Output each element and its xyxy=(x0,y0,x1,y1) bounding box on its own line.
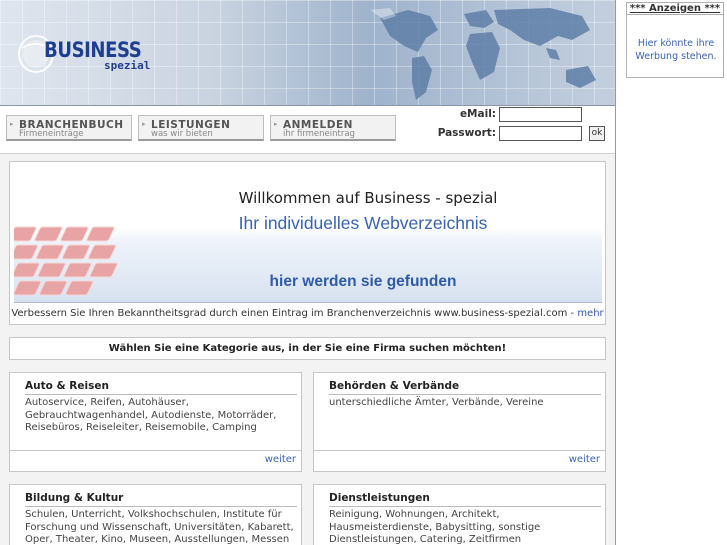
nav-arrow-icon: ▸ xyxy=(142,120,146,128)
category-card-bildung-kultur: Bildung & Kultur Schulen, Unterricht, Vo… xyxy=(9,484,302,545)
category-title-underline xyxy=(329,506,601,507)
world-map-image xyxy=(370,8,596,100)
banner-text: Verbessern Sie Ihren Bekanntheitsgrad du… xyxy=(11,308,578,319)
nav-leistungen-button[interactable]: ▸ LEISTUNGEN was wir bieten xyxy=(138,115,264,141)
category-card-dienstleistungen: Dienstleistungen Reinigung, Wohnungen, A… xyxy=(313,484,606,545)
category-title-underline xyxy=(329,394,601,395)
category-title[interactable]: Auto & Reisen xyxy=(25,380,109,392)
login-ok-button[interactable]: ok xyxy=(589,126,605,141)
banner-more-link[interactable]: mehr xyxy=(577,308,603,319)
ad-body[interactable]: Hier könnte ihre Werbung stehen. xyxy=(631,37,721,63)
banner-slogan: hier werden sie gefunden xyxy=(269,273,457,290)
banner-image: Willkommen auf Business - spezial Ihr in… xyxy=(14,167,602,302)
password-input[interactable] xyxy=(499,126,582,141)
category-description: Schulen, Unterricht, Volkshochschulen, I… xyxy=(25,509,294,545)
banner-subheadline: Ihr individuelles Webverzeichnis xyxy=(238,213,488,233)
category-description: Reinigung, Wohnungen, Architekt, Hausmei… xyxy=(329,509,541,545)
welcome-banner: Willkommen auf Business - spezial Ihr in… xyxy=(9,161,606,325)
category-prompt: Wählen Sie eine Kategorie aus, in der Si… xyxy=(9,337,606,360)
category-more-link[interactable]: weiter xyxy=(569,454,600,465)
nav-anmelden-button[interactable]: ▸ ANMELDEN ihr firmeneintrag xyxy=(270,115,396,141)
ad-box: *** Anzeigen *** Hier könnte ihre Werbun… xyxy=(626,2,724,78)
banner-headline: Willkommen auf Business - spezial xyxy=(238,189,498,207)
nav-arrow-icon: ▸ xyxy=(10,120,14,128)
header-banner: BUSINESS spezial xyxy=(0,0,615,106)
email-input[interactable] xyxy=(499,107,582,122)
category-title-underline xyxy=(25,506,297,507)
category-more-link[interactable]: weiter xyxy=(265,454,296,465)
nav-subtitle: Firmeneinträge xyxy=(19,129,84,139)
password-label: Passwort: xyxy=(437,127,496,139)
category-description: Autoservice, Reifen, Autohäuser, Gebrauc… xyxy=(25,397,277,434)
banner-divider xyxy=(14,302,602,303)
category-title[interactable]: Dienstleistungen xyxy=(329,492,430,504)
category-card-auto-reisen: Auto & Reisen Autoservice, Reifen, Autoh… xyxy=(9,372,302,472)
ad-title: *** Anzeigen *** xyxy=(627,3,723,15)
category-title[interactable]: Behörden & Verbände xyxy=(329,380,459,392)
logo-sub: spezial xyxy=(104,59,151,72)
category-description: unterschiedliche Ämter, Verbände, Verein… xyxy=(329,397,544,408)
category-title-underline xyxy=(25,394,297,395)
category-separator xyxy=(314,450,605,451)
banner-text-line: Verbessern Sie Ihren Bekanntheitsgrad du… xyxy=(10,308,605,319)
category-card-behoerden-verbaende: Behörden & Verbände unterschiedliche Ämt… xyxy=(313,372,606,472)
main-content: BUSINESS spezial ▸ BRANCHENBUCH Firmenei… xyxy=(0,0,616,545)
category-separator xyxy=(10,450,301,451)
nav-subtitle: was wir bieten xyxy=(151,129,213,139)
email-label: eMail: xyxy=(459,108,496,120)
category-title[interactable]: Bildung & Kultur xyxy=(25,492,123,504)
nav-branchenbuch-button[interactable]: ▸ BRANCHENBUCH Firmeneinträge xyxy=(6,115,132,141)
nav-arrow-icon: ▸ xyxy=(274,120,278,128)
nav-subtitle: ihr firmeneintrag xyxy=(283,129,355,139)
business-logo[interactable]: BUSINESS spezial xyxy=(14,28,150,78)
